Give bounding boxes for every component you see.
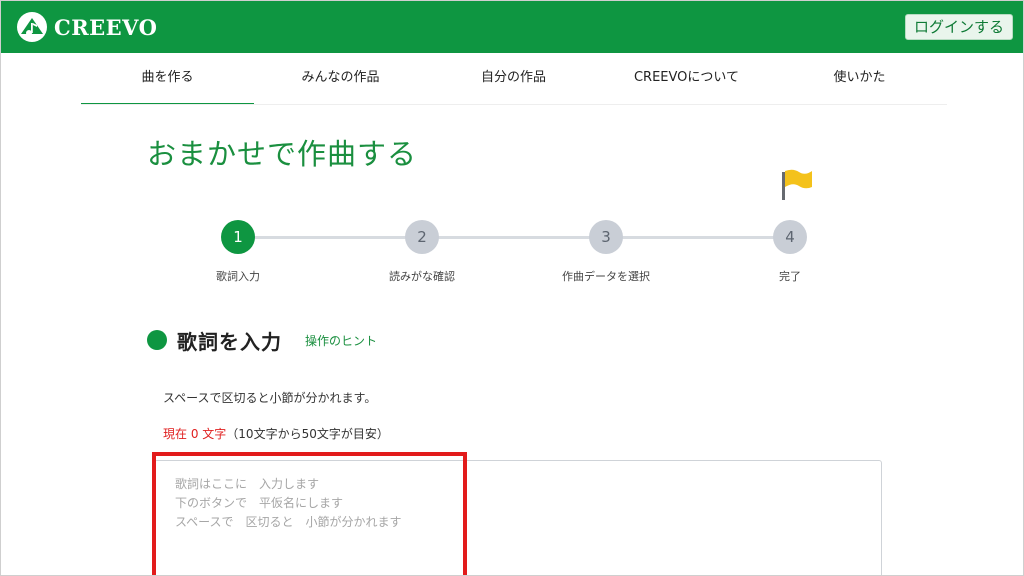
char-count-note: （10文字から50文字が目安） [226,427,389,441]
annotation-highlight-box [152,452,467,575]
nav-item-how-to[interactable]: 使いかた [773,53,946,105]
logo-text: CREEVO [54,14,158,40]
step-2-circle: 2 [405,220,439,254]
char-count-suffix: 文字 [198,427,227,441]
nav-item-about[interactable]: CREEVOについて [600,53,773,105]
step-2-label: 読みがな確認 [389,270,455,283]
section-bullet-icon [147,330,167,350]
page: CREEVO ログインする 曲を作る みんなの作品 自分の作品 CREEVOにつ… [0,0,1024,576]
step-1-label: 歌詞入力 [216,270,260,283]
step-progress-track [238,236,789,239]
finish-flag-icon [782,169,812,200]
login-button[interactable]: ログインする [904,14,1013,40]
nav-divider [81,104,947,105]
instruction-text: スペースで区切ると小節が分かれます。 [163,391,377,405]
hint-link[interactable]: 操作のヒント [305,332,377,349]
char-count-prefix: 現在 [163,427,191,441]
step-1-circle: 1 [221,220,255,254]
step-3-label: 作曲データを選択 [562,270,650,283]
music-note-icon [17,12,47,42]
step-4-label: 完了 [779,270,801,283]
char-count: 現在 0 文字（10文字から50文字が目安） [163,425,389,442]
nav-item-my-works[interactable]: 自分の作品 [427,53,600,105]
step-3-circle: 3 [589,220,623,254]
app-header: CREEVO ログインする [1,1,1023,53]
nav-item-create-song[interactable]: 曲を作る [81,53,254,105]
section-title: 歌詞を入力 [177,330,282,354]
page-title: おまかせで作曲する [147,137,418,171]
nav-item-everyone-works[interactable]: みんなの作品 [254,53,427,105]
step-4-circle: 4 [773,220,807,254]
logo[interactable]: CREEVO [17,12,157,42]
main-nav: 曲を作る みんなの作品 自分の作品 CREEVOについて 使いかた [81,53,947,105]
